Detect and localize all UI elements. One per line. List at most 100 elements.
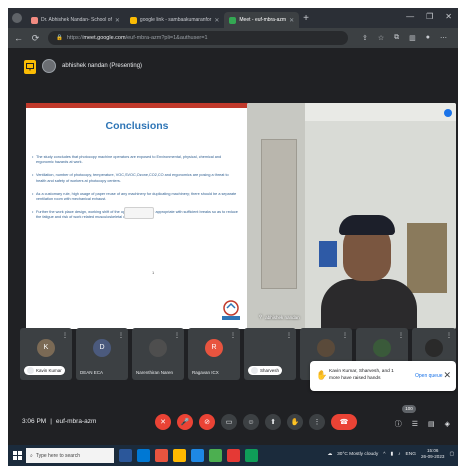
- participant-menu-icon[interactable]: ⋮: [286, 332, 292, 339]
- close-tab-icon[interactable]: ✕: [214, 17, 219, 24]
- weather-text: 30°C Mostly cloudy: [337, 451, 379, 457]
- participant-menu-icon[interactable]: ⋮: [446, 332, 452, 339]
- notifications-icon[interactable]: ▢: [449, 452, 454, 457]
- participant-name: Sharvesh: [260, 368, 280, 373]
- participant-menu-icon[interactable]: ⋮: [342, 332, 348, 339]
- windows-start-icon[interactable]: [8, 445, 26, 466]
- screen-frame: Dr. Abhishek Nandan- School of ✕ google …: [8, 8, 458, 466]
- taskbar-app-icon[interactable]: [119, 449, 132, 462]
- end-call-button[interactable]: ☎: [331, 414, 357, 430]
- taskbar-clock[interactable]: 15:06 26-09-2023: [421, 448, 445, 460]
- emoji-icon[interactable]: ☺: [243, 414, 259, 430]
- taskbar-app-icon[interactable]: [209, 449, 222, 462]
- camera-off-icon[interactable]: ⊘: [199, 414, 215, 430]
- captions-icon[interactable]: ▭: [221, 414, 237, 430]
- windows-taskbar: ⌕ Type here to search ☁ 30°C Mostly clou…: [8, 445, 458, 466]
- open-queue-button[interactable]: Open queue: [415, 373, 443, 379]
- people-icon[interactable]: ☰: [412, 420, 418, 428]
- call-controls: ✕ 🎤 ⊘ ▭ ☺ ⬆ ✋ ⋮ ☎: [155, 414, 357, 430]
- browser-tab[interactable]: Dr. Abhishek Nandan- School of ✕: [26, 12, 125, 28]
- taskbar-app-icon[interactable]: [155, 449, 168, 462]
- meeting-info: 3:06 PM | euf-mbra-azm: [22, 418, 96, 425]
- taskbar-app-icon[interactable]: [137, 449, 150, 462]
- participant-menu-icon[interactable]: ⋮: [174, 332, 180, 339]
- participant-tile[interactable]: R ⋮ Ragavan ICX: [188, 328, 240, 380]
- new-tab-button[interactable]: +: [303, 13, 309, 24]
- browser-toolbar-icons: ⇪ ☆ ⧉ ▥ ● ⋯: [362, 34, 447, 42]
- taskbar-app-icon[interactable]: [191, 449, 204, 462]
- taskbar-app-icon[interactable]: [245, 449, 258, 462]
- microphone-toggle-icon[interactable]: 🎤: [177, 414, 193, 430]
- participant-tile[interactable]: D ⋮ DEAN ECA: [76, 328, 128, 380]
- search-icon: ⌕: [30, 452, 33, 459]
- browser-tab-active[interactable]: Meet - euf-mbra-azm ✕: [224, 12, 300, 28]
- back-icon[interactable]: ←: [14, 33, 23, 43]
- lock-icon: 🔒: [56, 35, 63, 41]
- profile-icon[interactable]: ●: [426, 34, 430, 42]
- activities-icon[interactable]: ◈: [445, 420, 450, 428]
- taskbar-apps: [114, 449, 258, 462]
- url-field[interactable]: 🔒 https://meet.google.com/euf-mbra-azm?p…: [48, 31, 348, 45]
- meeting-side-controls: ⓘ ☰ ▤ ◈: [395, 419, 450, 429]
- slide-bullet: As a customary rule, high usage of paper…: [32, 192, 238, 202]
- share-icon[interactable]: ⇪: [362, 34, 368, 42]
- maximize-icon[interactable]: ❐: [426, 12, 433, 21]
- bookmark-icon[interactable]: ☆: [378, 34, 384, 42]
- reload-icon[interactable]: ⟳: [31, 33, 40, 44]
- url-path: /euf-mbra-azm?pli=1&authuser=1: [125, 35, 208, 41]
- presenter-cap: [339, 215, 395, 235]
- meeting-details-icon[interactable]: ⓘ: [395, 419, 402, 429]
- participant-menu-icon[interactable]: ⋮: [230, 332, 236, 339]
- language-indicator[interactable]: ENG: [406, 452, 416, 457]
- browser-more-icon[interactable]: ⋯: [440, 34, 447, 42]
- participant-avatar: [261, 339, 279, 357]
- close-tab-icon[interactable]: ✕: [115, 17, 120, 24]
- browser-tab-strip: Dr. Abhishek Nandan- School of ✕ google …: [8, 8, 458, 28]
- camera-door: [261, 139, 297, 289]
- close-window-icon[interactable]: ✕: [445, 12, 452, 21]
- raise-hand-icon[interactable]: ✋: [287, 414, 303, 430]
- slide-page-marker: 1: [152, 270, 155, 275]
- close-icon[interactable]: ✕: [443, 370, 451, 381]
- participant-avatar: [373, 339, 391, 357]
- tray-up-icon[interactable]: ^: [383, 452, 385, 457]
- participant-menu-icon[interactable]: ⋮: [398, 332, 404, 339]
- meeting-separator: |: [50, 418, 52, 425]
- camera-name-label: ⚲ abhishek nandan: [259, 314, 300, 320]
- camera-wall-notice: [319, 241, 337, 267]
- participant-tile[interactable]: K ⋮ Kavin Kumar: [20, 328, 72, 380]
- sidebar-icon[interactable]: ▥: [409, 34, 416, 42]
- participant-tile[interactable]: ⋮ Sharvesh: [244, 328, 296, 380]
- weather-icon: ☁: [327, 451, 333, 457]
- hand-chip-icon: [27, 367, 34, 374]
- taskbar-search-box[interactable]: ⌕ Type here to search: [26, 448, 114, 463]
- volume-icon[interactable]: ♪: [398, 452, 400, 457]
- network-icon[interactable]: ▮: [391, 452, 394, 457]
- mic-off-icon[interactable]: ✕: [155, 414, 171, 430]
- participant-name-label: Kavin Kumar: [24, 366, 65, 375]
- presenting-icon[interactable]: [24, 60, 36, 74]
- participant-avatar: K: [37, 339, 55, 357]
- presenter-avatar: [42, 59, 56, 73]
- minimize-icon[interactable]: —: [406, 12, 414, 21]
- taskbar-app-icon[interactable]: [173, 449, 186, 462]
- present-icon[interactable]: ⬆: [265, 414, 281, 430]
- participant-avatar: D: [93, 339, 111, 357]
- participant-menu-icon[interactable]: ⋮: [62, 332, 68, 339]
- browser-menu-icon[interactable]: [12, 13, 22, 23]
- tab-favicon-icon: [129, 16, 137, 24]
- presenter-camera-tile[interactable]: ⚲ abhishek nandan: [247, 103, 456, 329]
- picture-in-picture-overlay: [124, 207, 154, 219]
- participant-menu-icon[interactable]: ⋮: [118, 332, 124, 339]
- browser-tab[interactable]: google link - sambaakumaranfor ✕: [125, 12, 224, 28]
- chat-icon[interactable]: ▤: [428, 420, 435, 428]
- presenter-body: [321, 279, 417, 329]
- raised-hand-icon: ✋: [316, 370, 328, 380]
- meeting-controls-bar: 3:06 PM | euf-mbra-azm ✕ 🎤 ⊘ ▭ ☺ ⬆ ✋ ⋮ ☎…: [8, 403, 458, 445]
- participant-tile[interactable]: ⋮ Narenthiran Naren: [132, 328, 184, 380]
- close-tab-icon[interactable]: ✕: [289, 17, 294, 24]
- extension-icon[interactable]: ⧉: [394, 34, 399, 42]
- participant-name-label: Sharvesh: [248, 366, 283, 375]
- more-options-icon[interactable]: ⋮: [309, 414, 325, 430]
- taskbar-app-icon[interactable]: [227, 449, 240, 462]
